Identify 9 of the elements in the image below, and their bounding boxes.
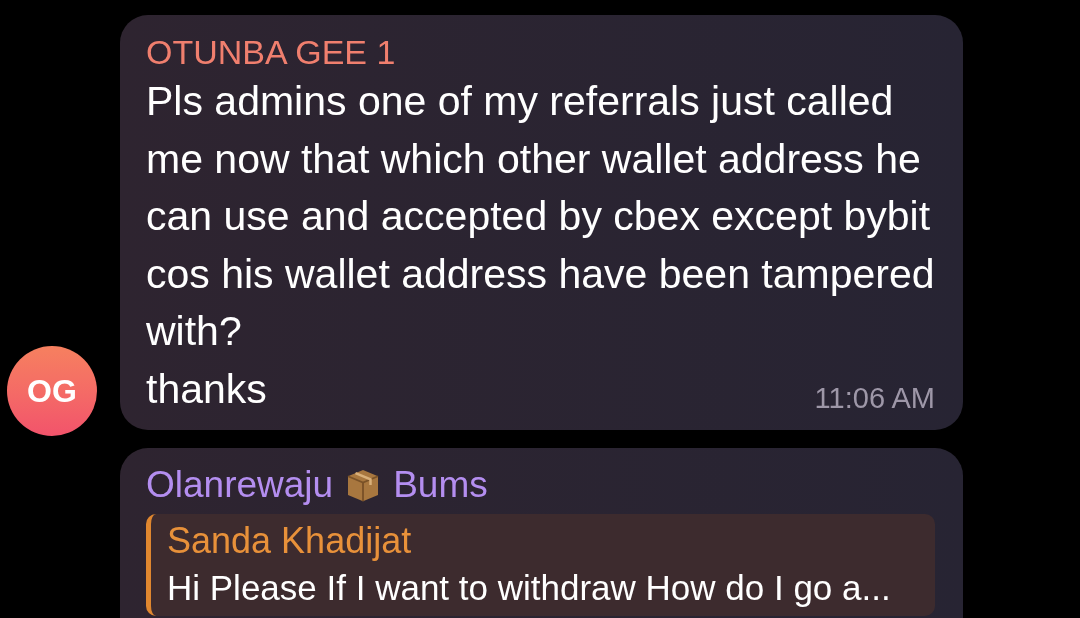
reply-text: Hi Please If I want to withdraw How do I go a... (167, 567, 892, 609)
sender-name: Olanrewaju (146, 463, 334, 507)
message-text: Pls admins one of my referrals just called me now that which other wallet address he can use and accepted by cbex except bybit cos his wallet address have been tampered with? (146, 77, 936, 356)
message-text: thanks (146, 364, 267, 414)
sender-name: Bums (393, 463, 488, 507)
message-time: 11:06 AM (814, 381, 935, 416)
reply-author: Sanda Khadijat (167, 519, 413, 563)
reply-quote[interactable]: Sanda Khadijat Hi Please If I want to withdraw How do I go a... (146, 514, 935, 616)
sender-name: OTUNBA GEE 1 (146, 32, 397, 73)
